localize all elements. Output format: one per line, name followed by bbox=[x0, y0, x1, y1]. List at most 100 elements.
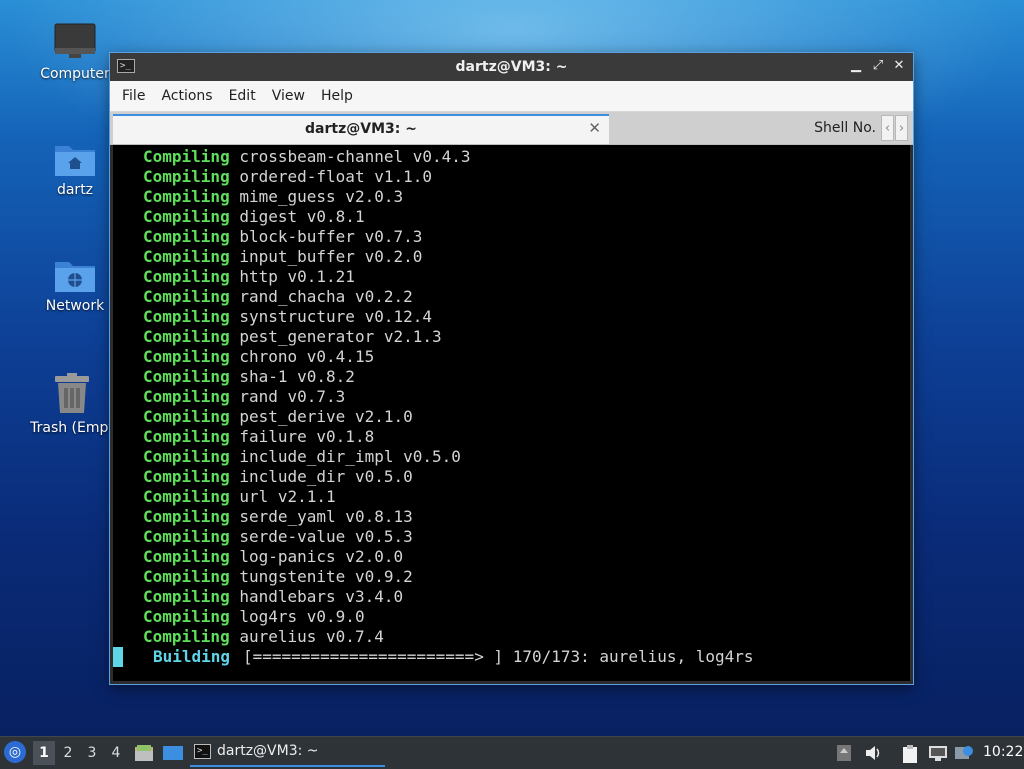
terminal-window: >_ dartz@VM3: ~ ▁ ⤢ ✕ File Actions Edit … bbox=[110, 53, 913, 684]
tab-bar: dartz@VM3: ~ ✕ Shell No. ‹ › bbox=[110, 112, 913, 145]
compiling-keyword: Compiling bbox=[143, 347, 230, 366]
crate-name: pest_derive v2.1.0 bbox=[239, 407, 413, 426]
terminal-line: Compiling rand v0.7.3 bbox=[143, 387, 471, 407]
crate-name: chrono v0.4.15 bbox=[239, 347, 375, 366]
terminal-line: Compiling chrono v0.4.15 bbox=[143, 347, 471, 367]
crate-name: synstructure v0.12.4 bbox=[239, 307, 432, 326]
terminal-output[interactable]: Compiling crossbeam-channel v0.4.3 Compil… bbox=[113, 145, 910, 681]
tab-dartz[interactable]: dartz@VM3: ~ ✕ bbox=[113, 114, 609, 144]
compiling-keyword: Compiling bbox=[143, 487, 230, 506]
compiling-keyword: Compiling bbox=[143, 227, 230, 246]
crate-name: sha-1 v0.8.2 bbox=[239, 367, 355, 386]
clipboard-icon[interactable] bbox=[902, 744, 918, 764]
tab-scroll-right-icon[interactable]: › bbox=[895, 115, 908, 141]
crate-name: pest_generator v2.1.3 bbox=[239, 327, 442, 346]
crate-name: aurelius v0.7.4 bbox=[239, 627, 384, 646]
minimize-button[interactable]: ▁ bbox=[848, 58, 864, 74]
terminal-line: Compiling include_dir v0.5.0 bbox=[143, 467, 471, 487]
workspace-1[interactable]: 1 bbox=[33, 741, 55, 765]
building-line: Building [=======================> ] 170… bbox=[113, 647, 754, 667]
compiling-keyword: Compiling bbox=[143, 367, 230, 386]
clock[interactable]: 10:22 bbox=[983, 744, 1023, 760]
close-button[interactable]: ✕ bbox=[891, 58, 907, 74]
compiling-keyword: Compiling bbox=[143, 147, 230, 166]
trash-icon bbox=[55, 373, 89, 413]
terminal-line: Compiling crossbeam-channel v0.4.3 bbox=[143, 147, 471, 167]
workspace-2[interactable]: 2 bbox=[57, 741, 79, 765]
compiling-keyword: Compiling bbox=[143, 267, 230, 286]
building-keyword: Building bbox=[153, 647, 231, 666]
crate-name: digest v0.8.1 bbox=[239, 207, 365, 226]
tab-scroll-left-icon[interactable]: ‹ bbox=[881, 115, 894, 141]
terminal-line: Compiling input_buffer v0.2.0 bbox=[143, 247, 471, 267]
crate-name: http v0.1.21 bbox=[239, 267, 355, 286]
terminal-line: Compiling log-panics v2.0.0 bbox=[143, 547, 471, 567]
start-menu-icon[interactable]: ◎ bbox=[4, 741, 26, 763]
terminal-line: Compiling digest v0.8.1 bbox=[143, 207, 471, 227]
terminal-line: Compiling block-buffer v0.7.3 bbox=[143, 227, 471, 247]
terminal-icon: >_ bbox=[194, 744, 211, 759]
taskbar-task-label: dartz@VM3: ~ bbox=[217, 743, 319, 759]
compiling-keyword: Compiling bbox=[143, 507, 230, 526]
crate-name: input_buffer v0.2.0 bbox=[239, 247, 423, 266]
maximize-button[interactable]: ⤢ bbox=[870, 58, 886, 74]
terminal-line: Compiling include_dir_impl v0.5.0 bbox=[143, 447, 471, 467]
terminal-line: Compiling pest_generator v2.1.3 bbox=[143, 327, 471, 347]
crate-name: failure v0.1.8 bbox=[239, 427, 375, 446]
network-folder-icon bbox=[55, 262, 95, 292]
terminal-line: Compiling handlebars v3.4.0 bbox=[143, 587, 471, 607]
workspace-3[interactable]: 3 bbox=[81, 741, 103, 765]
taskbar-terminal-button[interactable]: >_ dartz@VM3: ~ bbox=[190, 739, 385, 767]
compiling-keyword: Compiling bbox=[143, 247, 230, 266]
terminal-lines: Compiling crossbeam-channel v0.4.3 Compil… bbox=[143, 147, 471, 647]
menu-view[interactable]: View bbox=[264, 88, 313, 104]
computer-icon bbox=[54, 23, 96, 58]
workspace-4[interactable]: 4 bbox=[105, 741, 127, 765]
terminal-line: Compiling serde_yaml v0.8.13 bbox=[143, 507, 471, 527]
desktop-icon-trash[interactable]: Trash (Empt bbox=[22, 372, 122, 436]
menu-file[interactable]: File bbox=[114, 88, 153, 104]
crate-name: include_dir v0.5.0 bbox=[239, 467, 413, 486]
menu-edit[interactable]: Edit bbox=[221, 88, 264, 104]
crate-name: url v2.1.1 bbox=[239, 487, 336, 506]
compiling-keyword: Compiling bbox=[143, 387, 230, 406]
compiling-keyword: Compiling bbox=[143, 427, 230, 446]
tab-close-icon[interactable]: ✕ bbox=[588, 119, 601, 137]
upload-tray-icon[interactable] bbox=[836, 744, 852, 762]
compiling-keyword: Compiling bbox=[143, 407, 230, 426]
terminal-cursor bbox=[113, 647, 123, 667]
tab-shell[interactable]: Shell No. bbox=[610, 114, 880, 144]
crate-name: ordered-float v1.1.0 bbox=[239, 167, 432, 186]
terminal-line: Compiling synstructure v0.12.4 bbox=[143, 307, 471, 327]
crate-name: rand_chacha v0.2.2 bbox=[239, 287, 413, 306]
terminal-line: Compiling tungstenite v0.9.2 bbox=[143, 567, 471, 587]
taskbar: ◎ 1 2 3 4 >_ dartz@VM3: ~ 10:22 bbox=[0, 736, 1024, 769]
menubar: File Actions Edit View Help bbox=[110, 81, 913, 112]
window-titlebar[interactable]: >_ dartz@VM3: ~ ▁ ⤢ ✕ bbox=[110, 53, 913, 81]
menu-actions[interactable]: Actions bbox=[153, 88, 220, 104]
compiling-keyword: Compiling bbox=[143, 327, 230, 346]
crate-name: log-panics v2.0.0 bbox=[239, 547, 404, 566]
network-tray-icon[interactable] bbox=[928, 744, 948, 762]
tab-label: dartz@VM3: ~ bbox=[305, 121, 417, 137]
terminal-line: Compiling failure v0.1.8 bbox=[143, 427, 471, 447]
update-tray-icon[interactable] bbox=[954, 744, 974, 762]
show-desktop-icon[interactable] bbox=[162, 744, 184, 762]
compiling-keyword: Compiling bbox=[143, 287, 230, 306]
crate-name: include_dir_impl v0.5.0 bbox=[239, 447, 461, 466]
compiling-keyword: Compiling bbox=[143, 307, 230, 326]
terminal-line: Compiling pest_derive v2.1.0 bbox=[143, 407, 471, 427]
menu-help[interactable]: Help bbox=[313, 88, 361, 104]
crate-name: mime_guess v2.0.3 bbox=[239, 187, 404, 206]
crate-name: block-buffer v0.7.3 bbox=[239, 227, 423, 246]
home-folder-icon bbox=[55, 146, 95, 176]
volume-icon[interactable] bbox=[864, 744, 882, 762]
terminal-line: Compiling http v0.1.21 bbox=[143, 267, 471, 287]
terminal-line: Compiling url v2.1.1 bbox=[143, 487, 471, 507]
window-title: dartz@VM3: ~ bbox=[455, 59, 568, 75]
tab-label: Shell No. bbox=[814, 120, 876, 136]
file-manager-icon[interactable] bbox=[134, 744, 154, 762]
building-progress-text: [=======================> ] 170/173: aur… bbox=[243, 647, 754, 666]
terminal-line: Compiling serde-value v0.5.3 bbox=[143, 527, 471, 547]
compiling-keyword: Compiling bbox=[143, 587, 230, 606]
